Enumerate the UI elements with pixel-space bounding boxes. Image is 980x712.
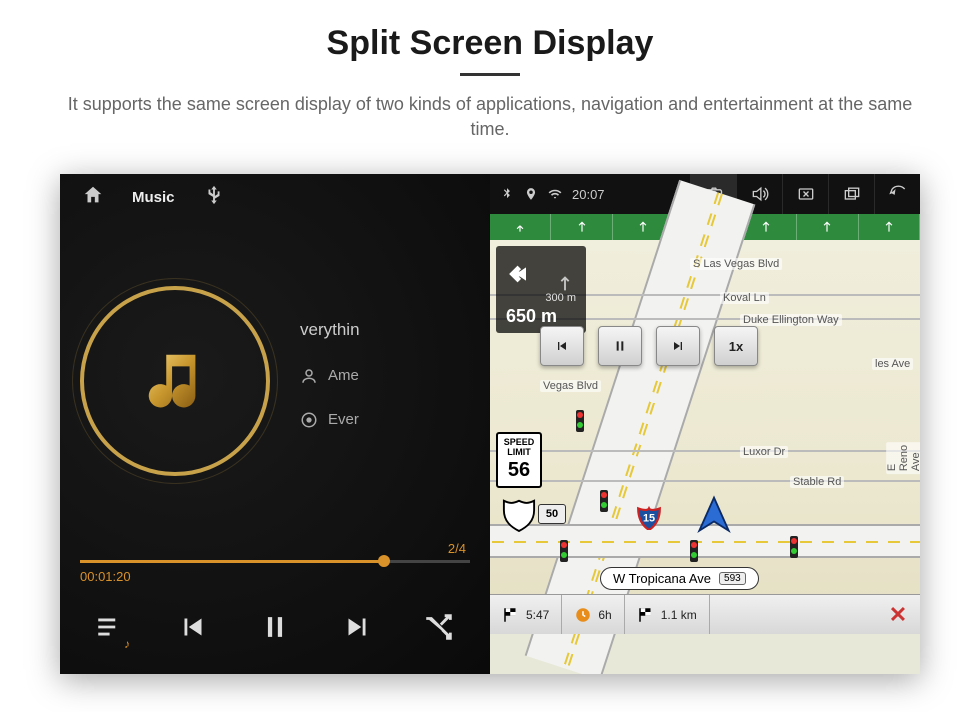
traffic-light-icon — [790, 536, 798, 558]
distance-segment[interactable]: 1.1 km — [625, 595, 710, 634]
lane — [551, 214, 612, 240]
svg-text:15: 15 — [643, 513, 655, 525]
music-controls — [60, 584, 490, 674]
seek-fill — [80, 560, 384, 563]
music-panel: Music verythin Ame Ever — [60, 174, 490, 674]
traffic-light-icon — [576, 410, 584, 432]
wifi-icon — [548, 187, 562, 201]
album-row: Ever — [300, 398, 360, 442]
shuffle-button[interactable] — [422, 610, 456, 649]
split-screen-device: Music verythin Ame Ever — [60, 174, 920, 674]
flag-icon — [502, 606, 520, 624]
street-label: E Reno Ave — [886, 442, 920, 474]
music-body: verythin Ame Ever — [60, 220, 490, 541]
page-subtitle: It supports the same screen display of t… — [60, 92, 920, 142]
seek-knob[interactable] — [378, 555, 390, 567]
clock: 20:07 — [572, 187, 605, 202]
map-next-button[interactable] — [656, 326, 700, 366]
clock-icon — [574, 606, 592, 624]
traffic-light-icon — [690, 540, 698, 562]
music-note-icon — [140, 346, 210, 416]
map-prev-button[interactable] — [540, 326, 584, 366]
speed-limit-label: SPEED LIMIT — [498, 438, 540, 458]
speed-limit-value: 56 — [498, 459, 540, 481]
turn-next-distance: 300 m — [506, 292, 576, 304]
artist-row: Ame — [300, 354, 360, 398]
next-button[interactable] — [340, 610, 374, 649]
traffic-light-icon — [560, 540, 568, 562]
map-media-controls: 1x — [540, 326, 758, 366]
map-view[interactable]: S Las Vegas Blvd Koval Ln Duke Ellington… — [490, 240, 920, 634]
album-name: Ever — [328, 411, 359, 428]
location-icon — [524, 187, 538, 201]
current-street-name: W Tropicana Ave — [613, 571, 711, 586]
prev-button[interactable] — [176, 610, 210, 649]
flag-icon — [637, 606, 655, 624]
map-speed-button[interactable]: 1x — [714, 326, 758, 366]
lane — [859, 214, 920, 240]
traffic-light-icon — [600, 490, 608, 512]
street-label: Stable Rd — [790, 476, 844, 488]
eta-segment[interactable]: 5:47 — [490, 595, 562, 634]
track-meta: verythin Ame Ever — [300, 320, 360, 442]
back-button[interactable] — [874, 174, 920, 214]
lane — [797, 214, 858, 240]
speed-limit-sign: SPEED LIMIT 56 — [496, 432, 542, 488]
street-label: S Las Vegas Blvd — [690, 258, 782, 270]
eta-value: 5:47 — [526, 608, 549, 622]
navigation-panel: 20:07 S Las Ve — [490, 174, 920, 674]
playlist-button[interactable] — [94, 610, 128, 649]
seek-bar[interactable] — [80, 560, 470, 563]
street-label: Luxor Dr — [740, 446, 788, 458]
close-app-button[interactable] — [782, 174, 828, 214]
divider — [460, 73, 520, 76]
page-header: Split Screen Display It supports the sam… — [0, 0, 980, 152]
page-title: Split Screen Display — [40, 24, 940, 63]
nav-bottom-bar: 5:47 6h 1.1 km ✕ — [490, 594, 920, 634]
turn-straight-icon — [554, 272, 576, 294]
artist-name: Ame — [328, 367, 359, 384]
artist-icon — [300, 367, 318, 385]
interstate-shield-icon: 15 — [636, 504, 662, 530]
album-icon — [300, 411, 318, 429]
road-minor — [490, 450, 920, 452]
street-label: Koval Ln — [720, 292, 769, 304]
home-icon[interactable] — [82, 184, 104, 210]
road-minor — [490, 480, 920, 482]
usb-icon[interactable] — [203, 184, 225, 210]
turn-left-icon — [506, 254, 546, 294]
route-shield-icon — [502, 496, 536, 532]
distance-value: 1.1 km — [661, 608, 697, 622]
duration-segment[interactable]: 6h — [562, 595, 624, 634]
pause-button[interactable] — [258, 610, 292, 649]
nav-close-button[interactable]: ✕ — [876, 602, 920, 628]
lane — [490, 214, 551, 240]
street-label: les Ave — [872, 358, 913, 370]
music-app-label: Music — [132, 189, 175, 206]
current-street-ref: 593 — [719, 572, 746, 585]
duration-value: 6h — [598, 608, 611, 622]
route-shield-number: 50 — [538, 504, 566, 524]
track-index: 2/4 — [80, 541, 470, 556]
street-label: Duke Ellington Way — [740, 314, 842, 326]
turn-distance: 650 m — [506, 306, 576, 327]
music-topbar: Music — [60, 174, 490, 220]
map-pause-button[interactable] — [598, 326, 642, 366]
album-disc — [80, 286, 270, 476]
elapsed-time: 00:01:20 — [80, 569, 470, 584]
bluetooth-icon — [500, 187, 514, 201]
vehicle-marker — [692, 494, 736, 543]
street-label: Vegas Blvd — [540, 380, 601, 392]
turn-instruction: 300 m 650 m — [496, 246, 586, 333]
current-street-badge: W Tropicana Ave 593 — [600, 567, 759, 590]
track-title: verythin — [300, 320, 360, 340]
recent-apps-button[interactable] — [828, 174, 874, 214]
progress-area: 2/4 00:01:20 — [60, 541, 490, 584]
